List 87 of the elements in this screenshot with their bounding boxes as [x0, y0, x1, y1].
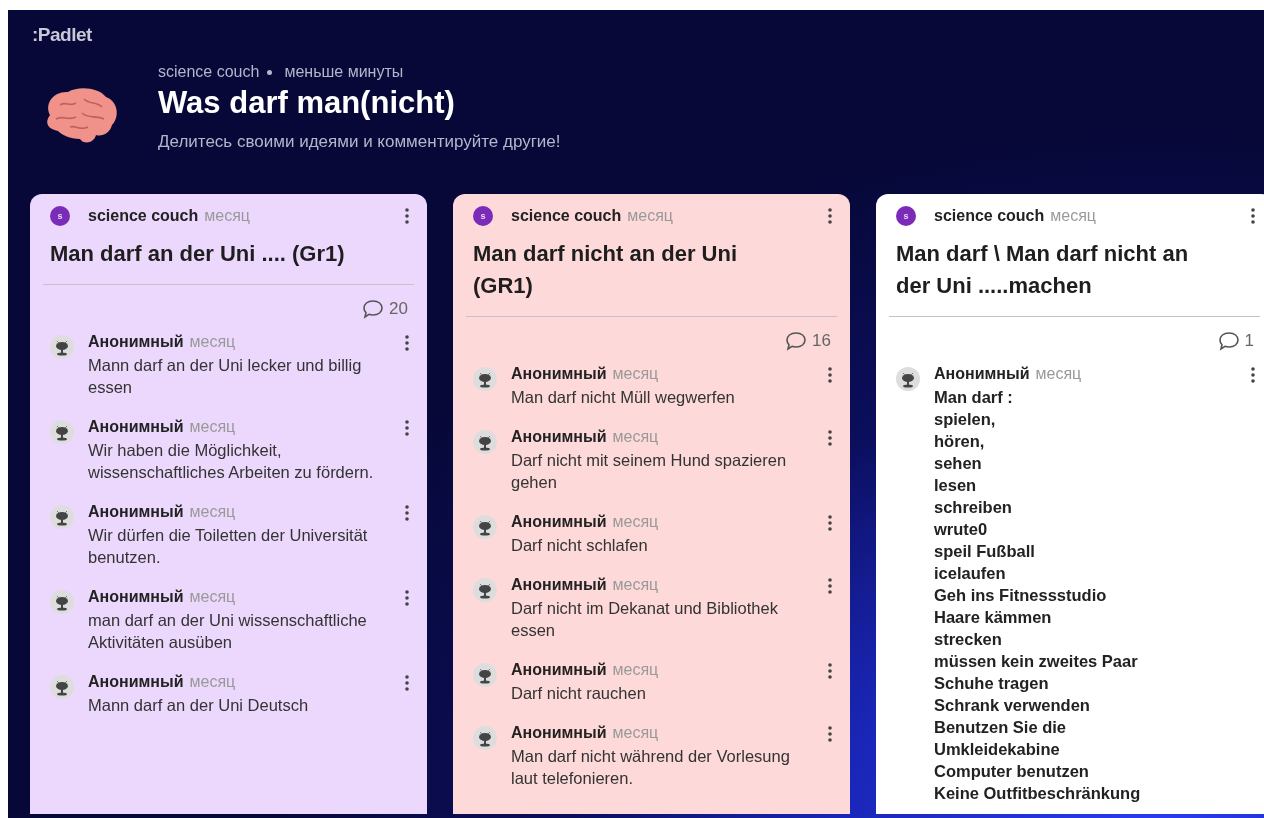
- post-title: Man darf nicht an der Uni (GR1): [466, 226, 837, 317]
- avatar-icon: [50, 335, 74, 359]
- avatar: s: [50, 206, 70, 226]
- post-title: Man darf \ Man darf nicht an der Uni .....machen: [889, 226, 1260, 317]
- comment-author: Анонимный: [934, 365, 1030, 383]
- comment-author: Анонимный: [88, 503, 184, 521]
- comment-text: man darf an der Uni wissenschaftliche Aktivitäten ausüben: [88, 610, 368, 653]
- comment-text: Man darf nicht Müll wegwerfen: [511, 387, 736, 408]
- more-icon[interactable]: [1251, 208, 1255, 224]
- comment-time: месяц: [612, 513, 659, 531]
- post-title: Man darf an der Uni .... (Gr1): [43, 226, 414, 285]
- comment-time: месяц: [612, 724, 659, 742]
- comment-count: 20: [389, 299, 408, 319]
- avatar-icon: [473, 663, 497, 687]
- more-icon[interactable]: [828, 430, 832, 446]
- comment-time: месяц: [612, 576, 659, 594]
- comment-author: Анонимный: [511, 661, 607, 679]
- more-icon[interactable]: [405, 208, 409, 224]
- logo[interactable]: :Padlet: [8, 10, 92, 46]
- avatar-icon: [473, 726, 497, 750]
- comment-icon: [785, 331, 808, 351]
- post-time: месяц: [627, 207, 673, 225]
- comment-text: Darf nicht rauchen: [511, 683, 647, 704]
- board-description: Делитесь своими идеями и комментируйте другие!: [158, 132, 561, 152]
- avatar-icon: [50, 590, 74, 614]
- comment-text: Mann darf an der Uni Deutsch: [88, 695, 310, 716]
- board-author: science couch: [158, 63, 260, 81]
- comment-text: Darf nicht im Dekanat und Bibliothek essen: [511, 598, 779, 641]
- more-icon[interactable]: [405, 590, 409, 606]
- more-icon[interactable]: [405, 335, 409, 351]
- comment-count: 16: [812, 331, 831, 351]
- avatar-icon: [473, 515, 497, 539]
- comment-author: Анонимный: [88, 333, 184, 351]
- comment-author: Анонимный: [511, 513, 607, 531]
- post-author: science couch: [934, 207, 1045, 225]
- post-author: science couch: [511, 207, 622, 225]
- avatar: s: [896, 206, 916, 226]
- comment-text: Man darf nicht während der Vorlesung laut telefonieren.: [511, 746, 791, 789]
- avatar-icon: [50, 675, 74, 699]
- comment-time: месяц: [189, 418, 236, 436]
- more-icon[interactable]: [405, 420, 409, 436]
- comment-text: Mann darf an der Uni lecker und billig essen: [88, 355, 363, 398]
- comment-author: Анонимный: [511, 428, 607, 446]
- avatar-icon: [473, 367, 497, 391]
- post-time: месяц: [1050, 207, 1096, 225]
- comment-text: Darf nicht schlafen: [511, 535, 649, 556]
- comment-author: Анонимный: [88, 588, 184, 606]
- board-title: Was darf man(nicht): [158, 85, 456, 121]
- comment-author: Анонимный: [511, 576, 607, 594]
- comment-text: Man darf : spielen, hören, sehen lesen schreiben wrute0 speil Fußball icelaufen Geh ins Fitnessstudio Haare kämmen strecken müssen kein zweites Paar Schuhe tragen Schrank verwenden Benutzen Sie die Umkleidekabine Computer benutzen Keine Outfitbeschränkung: [934, 387, 1142, 804]
- more-icon[interactable]: [1251, 367, 1255, 383]
- comment-text: Darf nicht mit seinem Hund spazieren gehen: [511, 450, 788, 493]
- comment-time: месяц: [612, 428, 659, 446]
- separator-dot: [267, 69, 273, 75]
- board-time: меньше минуты: [284, 63, 404, 81]
- more-icon[interactable]: [828, 726, 832, 742]
- avatar-icon: [473, 430, 497, 454]
- more-icon[interactable]: [828, 515, 832, 531]
- comment-time: месяц: [189, 673, 236, 691]
- comment-author: Анонимный: [88, 673, 184, 691]
- comment-time: месяц: [612, 661, 659, 679]
- comment-time: месяц: [189, 503, 236, 521]
- avatar-icon: [473, 578, 497, 602]
- comment-author: Анонимный: [511, 724, 607, 742]
- more-icon[interactable]: [828, 578, 832, 594]
- more-icon[interactable]: [828, 367, 832, 383]
- comment-text: Wir dürfen die Toiletten der Universität benutzen.: [88, 525, 369, 568]
- avatar-icon: [50, 505, 74, 529]
- comment-text: Wir haben die Möglichkeit, wissenschaftliches Arbeiten zu fördern.: [88, 440, 375, 483]
- more-icon[interactable]: [405, 505, 409, 521]
- more-icon[interactable]: [828, 663, 832, 679]
- more-icon[interactable]: [405, 675, 409, 691]
- avatar-icon: [896, 367, 920, 391]
- comment-time: месяц: [1035, 365, 1082, 383]
- comment-author: Анонимный: [88, 418, 184, 436]
- comment-count: 1: [1244, 331, 1254, 351]
- comment-time: месяц: [612, 365, 659, 383]
- comment-author: Анонимный: [511, 365, 607, 383]
- comment-time: месяц: [189, 588, 236, 606]
- comment-icon: [362, 299, 385, 319]
- avatar-icon: [50, 420, 74, 444]
- post-time: месяц: [204, 207, 250, 225]
- avatar: s: [473, 206, 493, 226]
- comment-icon: [1217, 331, 1240, 351]
- comment-time: месяц: [189, 333, 236, 351]
- post-author: science couch: [88, 207, 199, 225]
- more-icon[interactable]: [828, 208, 832, 224]
